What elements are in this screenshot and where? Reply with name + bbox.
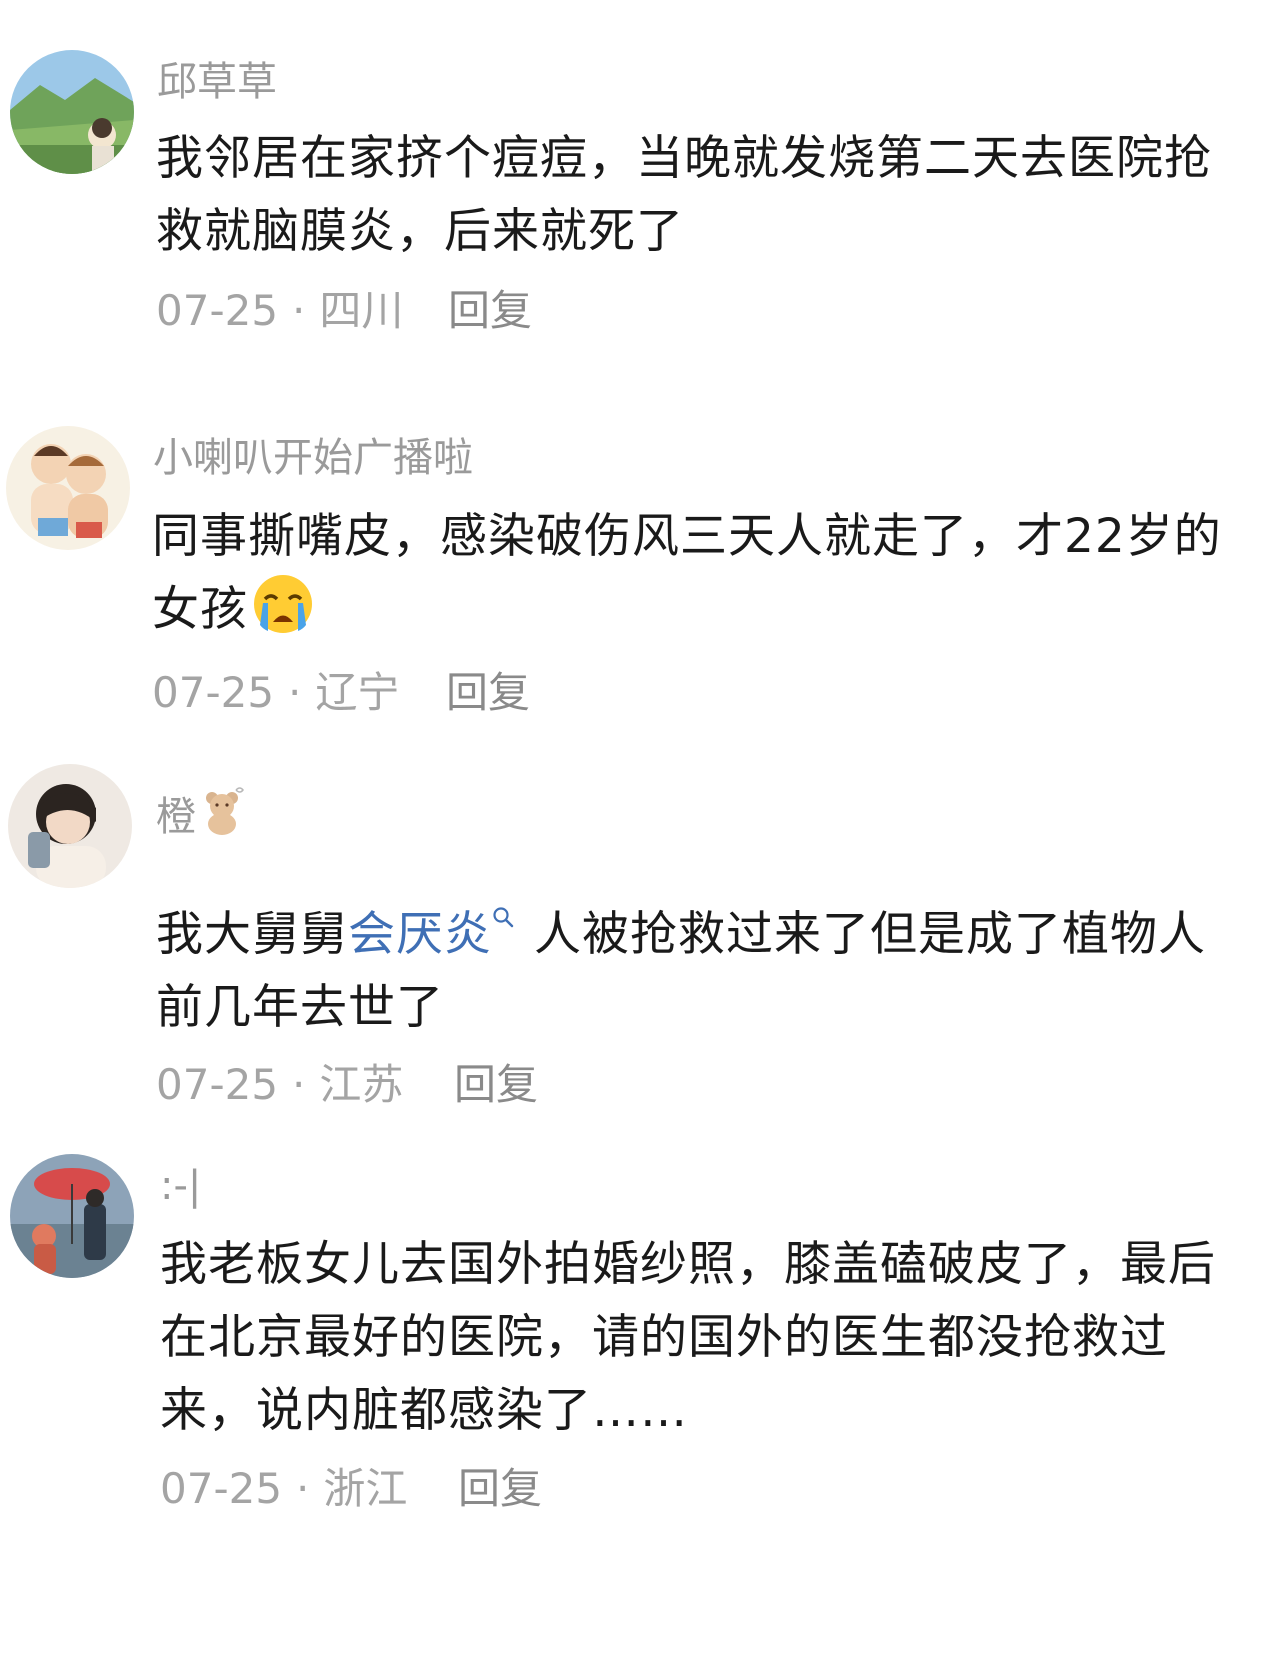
search-icon[interactable] [492,906,514,928]
user-avatar[interactable] [10,50,134,174]
user-avatar[interactable] [6,426,130,550]
user-avatar[interactable] [10,1154,134,1278]
avatar-cartoon-image [6,426,130,550]
comment-meta: 07-25 · 浙江 [160,1464,407,1514]
comment-date: 07-25 [156,1060,279,1109]
meta-separator: · [288,668,302,717]
comment-item: :-| 我老板女儿去国外拍婚纱照，膝盖磕破皮了，最后在北京最好的医院，请的国外的… [0,1140,1280,1654]
comment-text-before: 我大舅舅 [156,907,348,962]
reply-button[interactable]: 回复 [458,1464,542,1514]
comment-text: 我大舅舅会厌炎 人被抢救过来了但是成了植物人 前几年去世了 [156,898,1256,1044]
comment-location: 江苏 [319,1060,404,1109]
comment-item: 橙 我大舅舅会厌炎 人被抢救过来了但是成了植物人 前几年去世了 07-25 · 江苏… [0,740,1280,1140]
comment-location: 辽宁 [315,668,400,717]
crying-face-icon [254,575,312,633]
search-keyword-link[interactable]: 会厌炎 [348,907,492,962]
reply-button[interactable]: 回复 [446,668,530,718]
user-avatar[interactable] [8,764,132,888]
comment-location: 浙江 [323,1464,408,1513]
username[interactable]: 邱草草 [157,58,277,106]
username[interactable]: 小喇叭开始广播啦 [153,434,473,482]
comment-text: 我邻居在家挤个痘痘，当晚就发烧第二天去医院抢救就脑膜炎，后来就死了 [156,131,1212,259]
comment-item: 小喇叭开始广播啦 同事撕嘴皮，感染破伤风三天人就走了，才22岁的女孩 07-25… [0,400,1280,740]
comment-meta: 07-25 · 辽宁 [152,668,399,718]
comment-date: 07-25 [160,1464,283,1513]
teddy-bear-icon [206,787,244,835]
comment-text: 我老板女儿去国外拍婚纱照，膝盖磕破皮了，最后在北京最好的医院，请的国外的医生都没… [160,1237,1216,1438]
comment-text: 同事撕嘴皮，感染破伤风三天人就走了，才22岁的女孩 [152,500,1242,646]
comment-date: 07-25 [156,286,279,335]
meta-separator: · [292,1060,306,1109]
comment-item: 邱草草 我邻居在家挤个痘痘，当晚就发烧第二天去医院抢救就脑膜炎，后来就死了 07… [0,0,1280,400]
comment-meta: 07-25 · 江苏 [156,1060,403,1110]
comment-meta: 07-25 · 四川 [156,286,403,336]
avatar-anime-image [10,1154,134,1278]
reply-button[interactable]: 回复 [448,286,532,336]
reply-button[interactable]: 回复 [454,1060,538,1110]
avatar-selfie-image [8,764,132,888]
meta-separator: · [296,1464,310,1513]
username[interactable]: 橙 [156,786,244,841]
comment-location: 四川 [319,286,404,335]
meta-separator: · [292,286,306,335]
username-text: 橙 [156,794,196,840]
comment-date: 07-25 [152,668,275,717]
avatar-landscape-image [10,50,134,174]
username[interactable]: :-| [160,1162,201,1210]
